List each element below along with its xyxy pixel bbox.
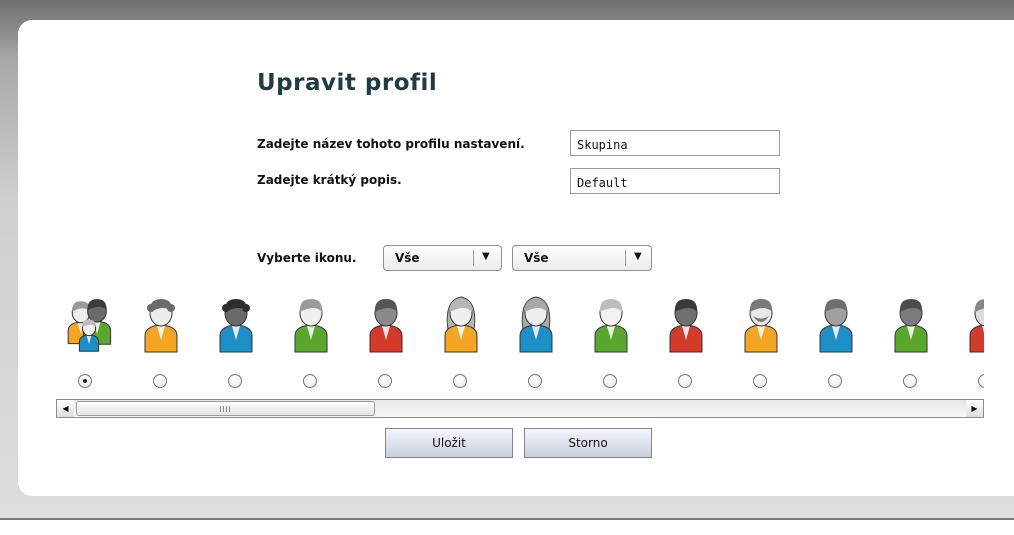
divider bbox=[0, 518, 1014, 535]
icon-radio[interactable] bbox=[78, 374, 92, 388]
woman-dark-blue-icon bbox=[219, 299, 253, 353]
man-dark-red-icon bbox=[669, 299, 703, 353]
chevron-down-icon: ▼ bbox=[482, 251, 490, 262]
icon-select-label: Vyberte ikonu. bbox=[257, 251, 357, 265]
dropdown-value: Vše bbox=[395, 251, 420, 265]
icon-radio[interactable] bbox=[453, 374, 467, 388]
icon-radio[interactable] bbox=[903, 374, 917, 388]
woman-curly-orange-icon bbox=[144, 299, 178, 353]
scroll-left-button[interactable]: ◀ bbox=[57, 400, 74, 417]
icon-radio[interactable] bbox=[603, 374, 617, 388]
icon-radio[interactable] bbox=[228, 374, 242, 388]
man-beard-orange-icon bbox=[744, 299, 778, 353]
icon-radio[interactable] bbox=[753, 374, 767, 388]
icon-picker bbox=[56, 296, 984, 396]
icon-option[interactable] bbox=[581, 296, 641, 396]
icon-radio[interactable] bbox=[528, 374, 542, 388]
icon-option[interactable] bbox=[281, 296, 341, 396]
dropdown-divider bbox=[473, 250, 474, 266]
icon-subcategory-dropdown[interactable]: Vše ▼ bbox=[512, 245, 652, 271]
icon-category-dropdown[interactable]: Vše ▼ bbox=[383, 245, 502, 271]
icon-option[interactable] bbox=[881, 296, 941, 396]
dropdown-divider bbox=[625, 250, 626, 266]
horizontal-scrollbar[interactable]: ◀ ▶ bbox=[56, 399, 984, 418]
description-input[interactable] bbox=[570, 168, 780, 194]
icon-option[interactable] bbox=[806, 296, 866, 396]
icon-option[interactable] bbox=[506, 296, 566, 396]
icon-option[interactable] bbox=[206, 296, 266, 396]
icon-option[interactable] bbox=[56, 296, 116, 396]
woman-dark-red-icon bbox=[369, 299, 403, 353]
profile-name-input[interactable] bbox=[570, 130, 780, 156]
scrollbar-thumb[interactable] bbox=[76, 401, 375, 416]
icon-option[interactable] bbox=[356, 296, 416, 396]
icon-radio[interactable] bbox=[678, 374, 692, 388]
dropdown-value: Vše bbox=[524, 251, 549, 265]
icon-radio[interactable] bbox=[828, 374, 842, 388]
icon-radio[interactable] bbox=[303, 374, 317, 388]
icon-radio[interactable] bbox=[978, 374, 984, 388]
man-red-icon bbox=[969, 299, 984, 353]
man-gray-blue-icon bbox=[819, 299, 853, 353]
icon-option[interactable] bbox=[956, 296, 984, 396]
description-label: Zadejte krátký popis. bbox=[257, 173, 402, 187]
man-light-green-icon bbox=[594, 299, 628, 353]
man-dark-green-icon bbox=[894, 299, 928, 353]
scroll-right-button[interactable]: ▶ bbox=[966, 400, 983, 417]
icon-option[interactable] bbox=[731, 296, 791, 396]
icon-option[interactable] bbox=[131, 296, 191, 396]
group-icon bbox=[67, 299, 112, 352]
icon-radio[interactable] bbox=[378, 374, 392, 388]
woman-light-green-icon bbox=[294, 299, 328, 353]
chevron-down-icon: ▼ bbox=[634, 251, 642, 262]
profile-name-label: Zadejte název tohoto profilu nastavení. bbox=[257, 137, 525, 151]
page-title: Upravit profil bbox=[257, 70, 438, 96]
save-button[interactable]: Uložit bbox=[385, 428, 513, 458]
cancel-button[interactable]: Storno bbox=[524, 428, 652, 458]
grip-icon bbox=[220, 406, 232, 412]
woman-long-hair-orange-icon bbox=[444, 296, 478, 353]
icon-option[interactable] bbox=[431, 296, 491, 396]
woman-long-hair-blue-icon bbox=[519, 296, 553, 353]
icon-radio[interactable] bbox=[153, 374, 167, 388]
icon-option[interactable] bbox=[656, 296, 716, 396]
